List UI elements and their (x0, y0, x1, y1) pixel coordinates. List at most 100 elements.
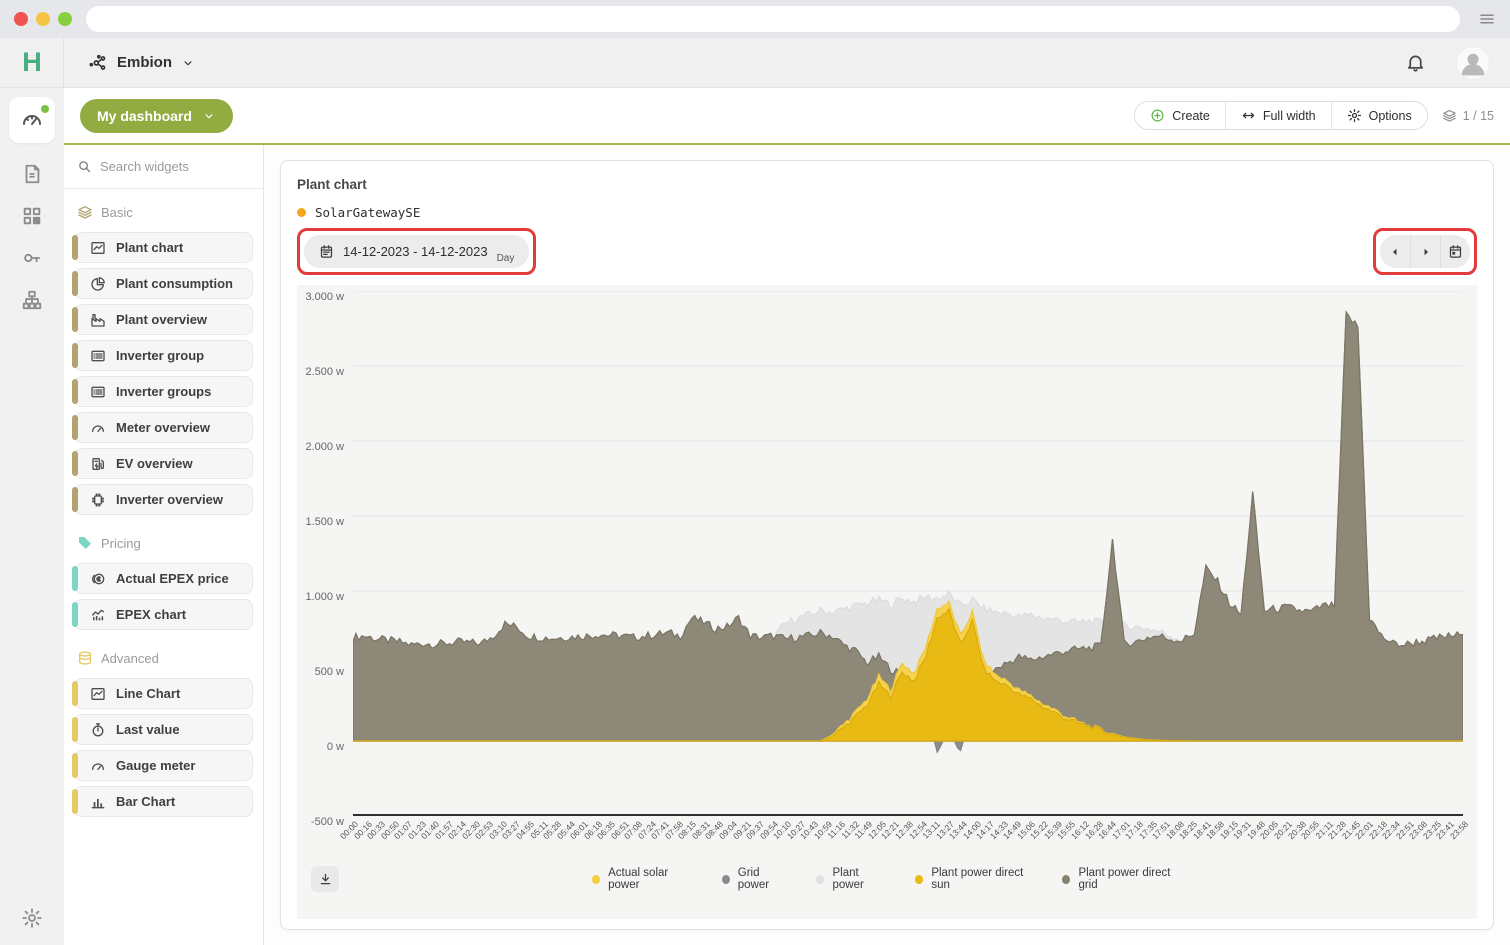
list-icon (90, 348, 106, 364)
coins-icon (90, 571, 106, 587)
dashboard-actions: Create Full width Options (1134, 101, 1427, 130)
search-input[interactable] (100, 159, 250, 174)
chevron-down-icon (202, 109, 216, 123)
previous-period-button[interactable] (1380, 235, 1410, 268)
widget-label: Plant overview (116, 312, 207, 327)
epex-chart-icon (90, 607, 106, 623)
bar-chart-icon (90, 794, 106, 810)
options-button[interactable]: Options (1331, 102, 1427, 129)
legend-color-dot (1062, 875, 1070, 884)
dashboard-canvas: Plant chart SolarGatewaySE 14-12-2023 - … (264, 145, 1510, 945)
gear-icon (1347, 108, 1362, 123)
plant-chart-plot[interactable] (353, 291, 1463, 816)
y-tick-label: 2.500 w (305, 366, 344, 378)
close-window-button[interactable] (14, 12, 28, 26)
widget-inverter-groups[interactable]: Inverter groups (74, 376, 253, 407)
calendar-icon (319, 244, 334, 259)
app-logo[interactable]: H (0, 38, 64, 87)
widget-gauge-meter[interactable]: Gauge meter (74, 750, 253, 781)
browser-menu-icon[interactable] (1478, 10, 1496, 28)
chart-block: 3.000 w2.500 w2.000 w1.500 w1.000 w500 w… (297, 285, 1477, 919)
rail-item-api-keys[interactable] (21, 247, 43, 269)
accent-bar (72, 379, 78, 404)
widget-inverter-group[interactable]: Inverter group (74, 340, 253, 371)
rail-item-hierarchy[interactable] (21, 289, 43, 311)
stopwatch-icon (90, 722, 106, 738)
next-period-button[interactable] (1410, 235, 1440, 268)
create-button[interactable]: Create (1135, 102, 1225, 129)
widget-plant-overview[interactable]: Plant overview (74, 304, 253, 335)
browser-chrome (0, 0, 1510, 38)
dashboard-selector-label: My dashboard (97, 108, 192, 124)
widget-bar-chart[interactable]: Bar Chart (74, 786, 253, 817)
user-avatar[interactable] (1456, 46, 1490, 80)
full-width-button[interactable]: Full width (1225, 102, 1331, 129)
chart-legend: Actual solar power Grid power Plant power P… (592, 867, 1182, 891)
maximize-window-button[interactable] (58, 12, 72, 26)
widget-search (64, 145, 263, 189)
accent-bar (72, 415, 78, 440)
widget-inverter-overview[interactable]: Inverter overview (74, 484, 253, 515)
legend-item-plant-power-direct-sun[interactable]: Plant power direct sun (915, 867, 1034, 891)
widget-label: EV overview (116, 456, 193, 471)
tag-icon (77, 535, 93, 551)
organization-name: Embion (117, 54, 172, 71)
notifications-bell-icon[interactable] (1405, 52, 1426, 73)
date-navigation (1380, 235, 1470, 268)
app-header: H Embion (0, 38, 1510, 88)
widget-ev-overview[interactable]: EV overview (74, 448, 253, 479)
widget-group-label: Pricing (101, 536, 141, 551)
widget-plant-chart[interactable]: Plant chart (74, 232, 253, 263)
settings-gear-icon[interactable] (21, 907, 43, 929)
legend-item-plant-power-direct-grid[interactable]: Plant power direct grid (1062, 867, 1182, 891)
minimize-window-button[interactable] (36, 12, 50, 26)
gauge-icon (90, 420, 106, 436)
widget-last-value[interactable]: Last value (74, 714, 253, 745)
legend-item-grid-power[interactable]: Grid power (722, 867, 789, 891)
widget-title: Plant chart (297, 177, 1477, 192)
chip-icon (90, 492, 106, 508)
legend-color-dot (592, 875, 600, 884)
plant-chart-widget: Plant chart SolarGatewaySE 14-12-2023 - … (280, 160, 1494, 930)
legend-color-dot (816, 875, 824, 884)
layer-counter: 1 / 15 (1442, 108, 1494, 123)
widget-plant-consumption[interactable]: Plant consumption (74, 268, 253, 299)
legend-label: Actual solar power (608, 867, 694, 891)
widget-group-label: Advanced (101, 651, 159, 666)
widget-line-chart[interactable]: Line Chart (74, 678, 253, 709)
accent-bar (72, 235, 78, 260)
widget-epex-chart[interactable]: EPEX chart (74, 599, 253, 630)
organization-selector[interactable]: Embion (64, 53, 195, 73)
full-width-label: Full width (1263, 109, 1316, 123)
y-tick-label: 2.000 w (305, 441, 344, 453)
rail-item-dashboard[interactable] (9, 97, 55, 143)
layer-count-value: 1 / 15 (1463, 109, 1494, 123)
rail-item-invoices[interactable] (21, 163, 43, 185)
widget-label: Gauge meter (116, 758, 195, 773)
line-chart-icon (90, 686, 106, 702)
list-icon (90, 384, 106, 400)
widget-actual-epex-price[interactable]: Actual EPEX price (74, 563, 253, 594)
y-tick-label: -500 w (311, 816, 344, 828)
calendar-day-button[interactable] (1440, 235, 1470, 268)
legend-item-plant-power[interactable]: Plant power (816, 867, 887, 891)
widget-label: Actual EPEX price (116, 571, 229, 586)
date-granularity: Day (497, 253, 515, 264)
accent-bar (72, 487, 78, 512)
download-chart-button[interactable] (311, 866, 339, 892)
date-range-button[interactable]: 14-12-2023 - 14-12-2023 Day (304, 235, 529, 268)
accent-bar (72, 307, 78, 332)
line-chart-icon (90, 240, 106, 256)
pie-icon (90, 276, 106, 292)
accent-bar (72, 451, 78, 476)
widget-label: Plant chart (116, 240, 183, 255)
rail-item-widgets[interactable] (21, 205, 43, 227)
y-tick-label: 1.000 w (305, 591, 344, 603)
dashboard-selector-button[interactable]: My dashboard (80, 99, 233, 133)
legend-item-actual-solar-power[interactable]: Actual solar power (592, 867, 694, 891)
widget-meter-overview[interactable]: Meter overview (74, 412, 253, 443)
accent-bar (72, 602, 78, 627)
address-bar[interactable] (86, 6, 1460, 32)
widget-label: Inverter group (116, 348, 204, 363)
accent-bar (72, 789, 78, 814)
